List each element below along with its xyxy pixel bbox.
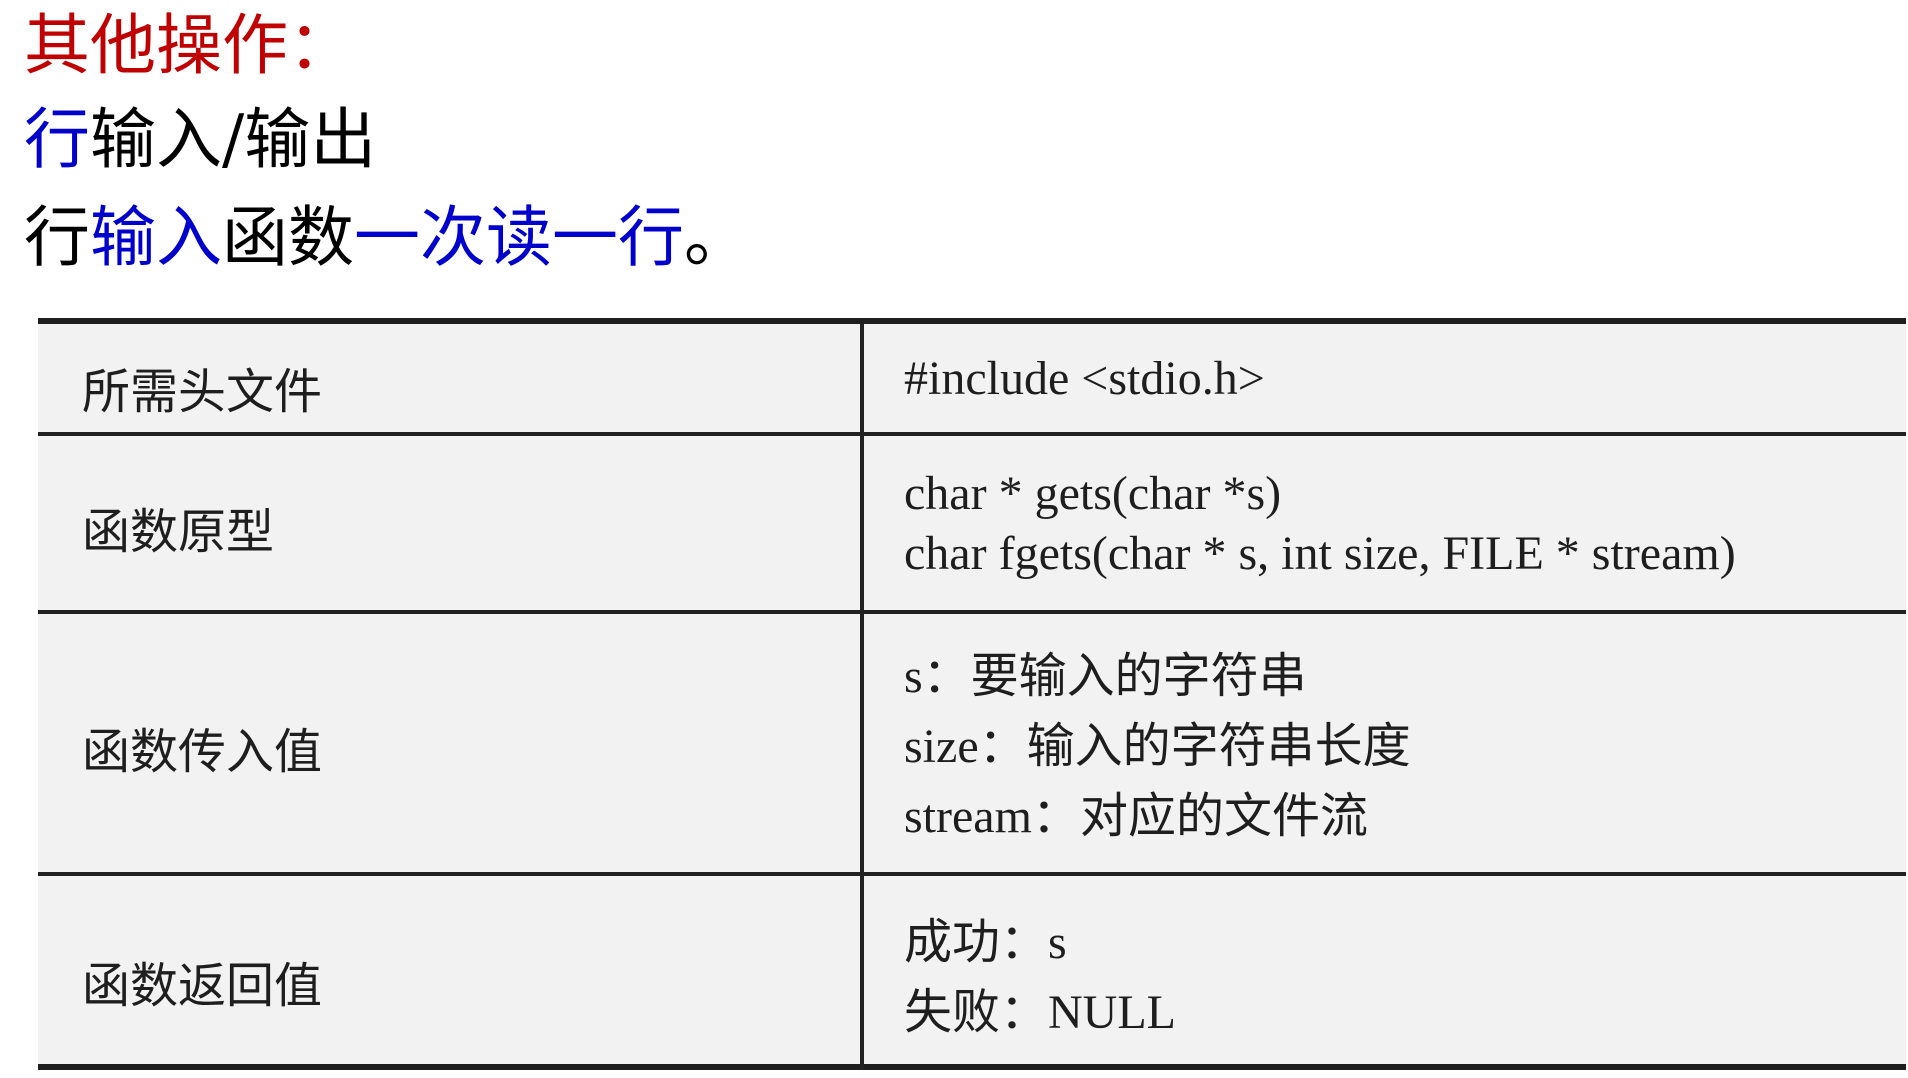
table-divider	[860, 436, 864, 610]
table-cell-value-line: s：要输入的字符串	[904, 650, 1307, 703]
heading-line2-part1: 行	[24, 101, 90, 178]
table-cell-label: 函数传入值	[82, 724, 323, 780]
table-cell-label: 函数原型	[82, 504, 275, 560]
heading-line3-part5: 。	[684, 199, 750, 276]
heading-line3-part1: 行	[24, 199, 90, 276]
table-divider	[860, 324, 864, 432]
table-cell-value: s：要输入的字符串 size：输入的字符串长度 stream：对应的文件流	[904, 642, 1411, 852]
table-cell-value-line: 成功：s	[904, 916, 1067, 969]
table-cell-label: 所需头文件	[82, 364, 323, 420]
table-row-header-file: 所需头文件 #include <stdio.h>	[38, 324, 1906, 436]
table-divider	[860, 614, 864, 872]
heading-line2-part2: 输入/输出	[90, 101, 377, 178]
function-info-table: 所需头文件 #include <stdio.h> 函数原型 char * get…	[38, 318, 1906, 1070]
heading-line3-part2: 输入	[90, 199, 222, 276]
table-cell-value-line: 失败：NULL	[904, 986, 1176, 1039]
table-row-parameters: 函数传入值 s：要输入的字符串 size：输入的字符串长度 stream：对应的…	[38, 614, 1906, 876]
table-cell-value: char * gets(char *s) char fgets(char * s…	[904, 464, 1736, 584]
table-cell-value: 成功：s 失败：NULL	[904, 908, 1176, 1048]
table-cell-label: 函数返回值	[82, 958, 323, 1014]
table-divider	[860, 876, 864, 1070]
table-row-return: 函数返回值 成功：s 失败：NULL	[38, 876, 1906, 1070]
heading-other-operations: 其他操作：	[24, 4, 354, 88]
table-cell-value-line: stream：对应的文件流	[904, 790, 1368, 843]
table-cell-value-line: char * gets(char *s)	[904, 467, 1282, 520]
table-cell-value-line: #include <stdio.h>	[904, 352, 1265, 405]
heading-line1: 其他操作：	[24, 7, 354, 84]
heading-line3-part4: 一次读一行	[354, 199, 684, 276]
table-cell-value-line: char fgets(char * s, int size, FILE * st…	[904, 527, 1736, 580]
table-cell-value: #include <stdio.h>	[904, 348, 1265, 410]
heading-line-input-description: 行输入函数一次读一行。	[24, 196, 750, 280]
table-cell-value-line: size：输入的字符串长度	[904, 720, 1411, 773]
table-row-prototype: 函数原型 char * gets(char *s) char fgets(cha…	[38, 436, 1906, 614]
heading-line3-part3: 函数	[222, 199, 354, 276]
heading-line-io: 行输入/输出	[24, 98, 376, 182]
